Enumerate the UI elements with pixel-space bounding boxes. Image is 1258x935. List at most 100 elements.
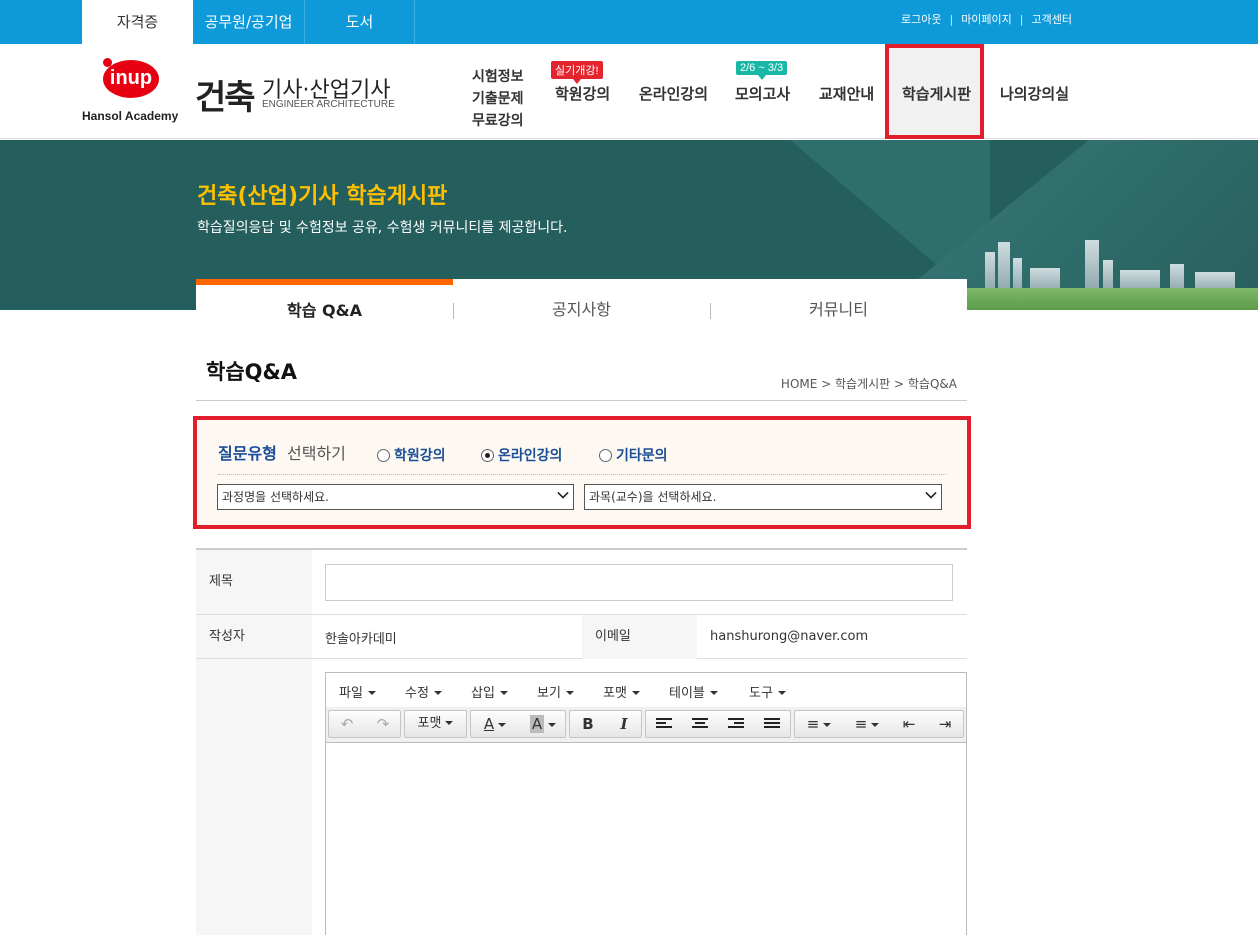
italic-icon[interactable]: I [606, 711, 642, 737]
badge-mock-dates: 2/6 ~ 3/3 [736, 61, 788, 80]
inup-logo[interactable]: inup [103, 60, 159, 98]
building-graphic [985, 252, 995, 292]
tab-certificate[interactable]: 자격증 [82, 0, 193, 44]
menu-tools[interactable]: 도구 [749, 682, 786, 701]
nav-exam-info[interactable]: 시험정보 [472, 66, 524, 88]
chevron-down-icon [557, 487, 569, 499]
align-center-icon[interactable] [682, 711, 718, 737]
utility-links: 로그아웃 | 마이페이지 | 고객센터 [901, 11, 1072, 27]
nav-online-lectures[interactable]: 온라인강의 [639, 83, 708, 104]
list-group: ≡ ≡ ⇤ ⇥ [794, 710, 964, 738]
subject-select[interactable]: 과목(교수)을 선택하세요. [584, 484, 942, 510]
background-color-icon[interactable]: A [519, 711, 567, 737]
radio-circle-icon[interactable] [377, 449, 390, 462]
radio-label: 온라인강의 [498, 448, 563, 464]
brand-title[interactable]: 건축 [195, 70, 256, 119]
logo-name[interactable]: Hansol Academy [82, 109, 178, 123]
menu-table[interactable]: 테이블 [669, 682, 718, 701]
email-value: hanshurong@naver.com [710, 629, 869, 644]
question-type-box: 질문유형 선택하기 학원강의 온라인강의 기타문의 과정명을 선택하세요. 과목… [193, 416, 971, 529]
menu-file[interactable]: 파일 [339, 682, 376, 701]
course-select-value: 과정명을 선택하세요. [222, 490, 329, 504]
radio-circle-icon[interactable] [599, 449, 612, 462]
nav-free-lectures[interactable]: 무료강의 [472, 110, 524, 132]
radio-academy[interactable]: 학원강의 [377, 445, 446, 465]
menu-view[interactable]: 보기 [537, 682, 574, 701]
nav-past-exams[interactable]: 기출문제 [472, 88, 524, 110]
rich-text-editor: 파일 수정 삽입 보기 포맷 테이블 도구 ↶ ↷ 포맷 A A B I ≡ ≡… [325, 672, 967, 935]
color-group: A A [470, 710, 566, 738]
building-graphic [998, 242, 1010, 292]
brand-english: ENGINEER ARCHITECTURE [262, 99, 395, 110]
author-label: 작성자 [196, 615, 312, 658]
site-header: inup Hansol Academy 건축 기사·산업기사 ENGINEER … [0, 44, 1258, 139]
align-right-icon[interactable] [718, 711, 754, 737]
content-label-cell [196, 659, 312, 935]
mypage-link[interactable]: 마이페이지 [961, 11, 1012, 27]
divider: | [1019, 13, 1024, 26]
logout-link[interactable]: 로그아웃 [901, 11, 941, 27]
building-graphic [1085, 240, 1099, 292]
radio-checked-icon[interactable] [481, 449, 494, 462]
menu-format[interactable]: 포맷 [603, 682, 640, 701]
menu-insert[interactable]: 삽입 [471, 682, 508, 701]
customer-center-link[interactable]: 고객센터 [1032, 11, 1072, 27]
email-label: 이메일 [582, 615, 697, 659]
tab-notices[interactable]: 공지사항 [453, 279, 710, 331]
radio-online[interactable]: 온라인강의 [481, 445, 562, 465]
align-group [645, 710, 791, 738]
title-label: 제목 [196, 550, 312, 614]
nav-mock-exam[interactable]: 모의고사 [735, 83, 790, 104]
question-type-label-rest: 선택하기 [287, 444, 346, 463]
divider [218, 474, 946, 475]
nav-academy-lectures[interactable]: 학원강의 [555, 83, 610, 104]
editor-toolbar: ↶ ↷ 포맷 A A B I ≡ ≡ ⇤ ⇥ [326, 707, 966, 743]
banner-title: 건축(산업)기사 학습게시판 [197, 184, 448, 209]
top-bar: 자격증 공무원/공기업 도서 로그아웃 | 마이페이지 | 고객센터 [0, 0, 1258, 44]
format-dropdown[interactable]: 포맷 [404, 710, 467, 738]
divider: | [949, 13, 954, 26]
format-dropdown-label: 포맷 [405, 711, 466, 737]
radio-other[interactable]: 기타문의 [599, 445, 668, 465]
author-value: 한솔아카데미 [325, 632, 397, 647]
title-row: 제목 [196, 550, 967, 615]
numbered-list-icon[interactable]: ≡ [843, 711, 891, 737]
align-left-icon[interactable] [646, 711, 682, 737]
chevron-down-icon [925, 487, 937, 499]
divider [196, 400, 967, 401]
subject-select-value: 과목(교수)을 선택하세요. [589, 490, 717, 504]
nav-my-classroom[interactable]: 나의강의실 [1000, 83, 1069, 104]
author-row: 작성자 한솔아카데미 이메일 hanshurong@naver.com [196, 615, 967, 659]
building-graphic [1013, 258, 1022, 292]
bold-icon[interactable]: B [570, 711, 606, 737]
editor-content-area[interactable] [326, 744, 966, 935]
history-group: ↶ ↷ [328, 710, 401, 738]
tab-books[interactable]: 도서 [304, 0, 415, 44]
grass-graphic [965, 288, 1258, 310]
radio-label: 학원강의 [394, 448, 446, 464]
breadcrumb: HOME > 학습게시판 > 학습Q&A [780, 377, 957, 391]
menu-edit[interactable]: 수정 [405, 682, 442, 701]
nav-study-board[interactable]: 학습게시판 [902, 83, 971, 104]
title-input[interactable] [325, 564, 953, 601]
bullet-list-icon[interactable]: ≡ [795, 711, 843, 737]
text-color-icon[interactable]: A [471, 711, 519, 737]
course-select[interactable]: 과정명을 선택하세요. [217, 484, 574, 510]
radio-label: 기타문의 [616, 448, 668, 464]
indent-icon[interactable]: ⇥ [927, 711, 963, 737]
style-group: B I [569, 710, 642, 738]
nav-textbooks[interactable]: 교재안내 [819, 83, 874, 104]
undo-icon[interactable]: ↶ [329, 711, 365, 737]
tab-community[interactable]: 커뮤니티 [710, 279, 967, 331]
page-title: 학습Q&A [206, 360, 298, 384]
banner-description: 학습질의응답 및 수험정보 공유, 수험생 커뮤니티를 제공합니다. [197, 220, 568, 236]
align-justify-icon[interactable] [754, 711, 790, 737]
nav-small-group: 시험정보 기출문제 무료강의 [472, 66, 524, 132]
badge-new-class: 실기개강! [551, 61, 603, 84]
redo-icon[interactable]: ↷ [365, 711, 401, 737]
editor-menubar: 파일 수정 삽입 보기 포맷 테이블 도구 [326, 673, 966, 707]
tab-study-qa[interactable]: 학습 Q&A [196, 279, 453, 331]
question-type-label: 질문유형 [218, 444, 277, 463]
outdent-icon[interactable]: ⇤ [891, 711, 927, 737]
tab-civil-service[interactable]: 공무원/공기업 [193, 0, 304, 44]
